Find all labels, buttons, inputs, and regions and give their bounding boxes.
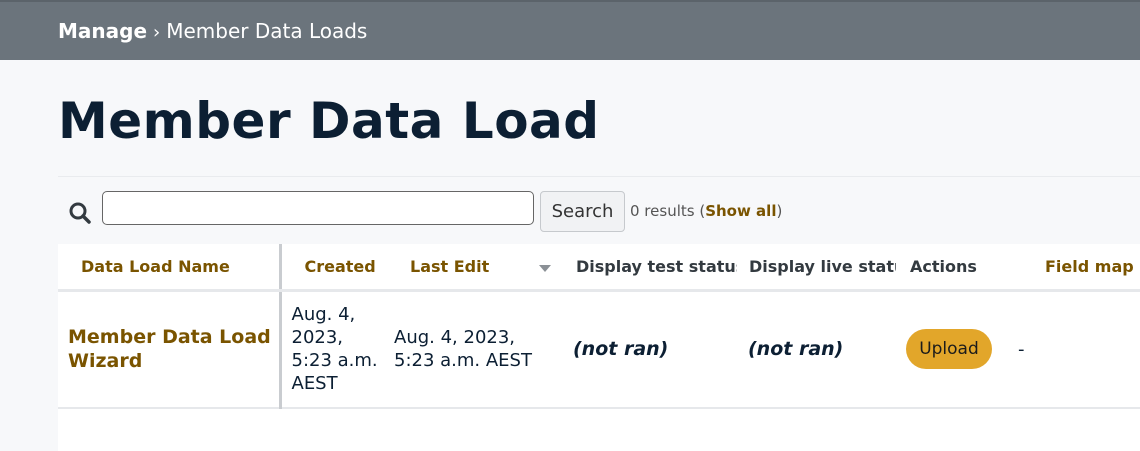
breadcrumb: Manage › Member Data Loads xyxy=(58,19,367,43)
column-header-actions: Actions xyxy=(896,244,1008,292)
cell-name: Member Data Load Wizard xyxy=(58,290,282,409)
column-header-created[interactable]: Created xyxy=(280,244,386,292)
cell-test-status: (not ran) xyxy=(561,290,737,409)
test-status-text: (not ran) xyxy=(573,338,669,361)
breadcrumb-current: Member Data Loads xyxy=(166,19,368,43)
cell-last-edit: Aug. 4, 2023, 5:23 a.m. AEST xyxy=(386,290,561,409)
breadcrumb-separator: › xyxy=(153,22,161,43)
cell-actions: Upload xyxy=(896,290,1008,409)
column-header-field-map[interactable]: Field map xyxy=(1008,244,1140,292)
results-prefix: 0 results ( xyxy=(630,202,706,220)
search-button[interactable]: Search xyxy=(540,191,625,232)
results-suffix: ) xyxy=(776,202,783,220)
table-header-row: Data Load Name Created Last Edit Display… xyxy=(58,244,1140,292)
cell-field-map: - xyxy=(1008,290,1140,409)
column-header-test-status: Display test status xyxy=(561,244,745,292)
search-results-count: 0 results (Show all) xyxy=(630,202,782,220)
column-header-last-edit[interactable]: Last Edit xyxy=(386,244,561,292)
field-map-value: - xyxy=(1018,338,1025,360)
show-all-link[interactable]: Show all xyxy=(705,202,776,220)
upload-button[interactable]: Upload xyxy=(906,329,992,370)
cell-live-status: (not ran) xyxy=(737,290,896,409)
column-header-last-edit-label: Last Edit xyxy=(410,256,490,276)
column-header-name[interactable]: Data Load Name xyxy=(58,244,282,292)
column-header-live-status: Display live status xyxy=(737,244,915,292)
search-icon xyxy=(68,201,92,225)
breadcrumb-manage-link[interactable]: Manage xyxy=(58,19,147,43)
live-status-text: (not ran) xyxy=(748,338,844,361)
top-bar: Manage › Member Data Loads xyxy=(0,0,1140,60)
last-edit-date: Aug. 4, 2023, 5:23 a.m. AEST xyxy=(394,327,532,372)
data-load-panel: Search 0 results (Show all) Data Load Na… xyxy=(58,176,1140,451)
search-bar: Search 0 results (Show all) xyxy=(58,176,1140,244)
search-input[interactable] xyxy=(102,191,534,225)
data-loads-table: Data Load Name Created Last Edit Display… xyxy=(58,244,1140,409)
cell-created: Aug. 4, 2023, 5:23 a.m. AEST xyxy=(280,290,386,409)
created-date: Aug. 4, 2023, 5:23 a.m. AEST xyxy=(291,304,378,395)
data-load-name-link[interactable]: Member Data Load Wizard xyxy=(68,325,279,373)
table-row: Member Data Load Wizard Aug. 4, 2023, 5:… xyxy=(58,290,1140,409)
page-title: Member Data Load xyxy=(58,92,600,150)
sort-descending-icon xyxy=(539,265,551,272)
